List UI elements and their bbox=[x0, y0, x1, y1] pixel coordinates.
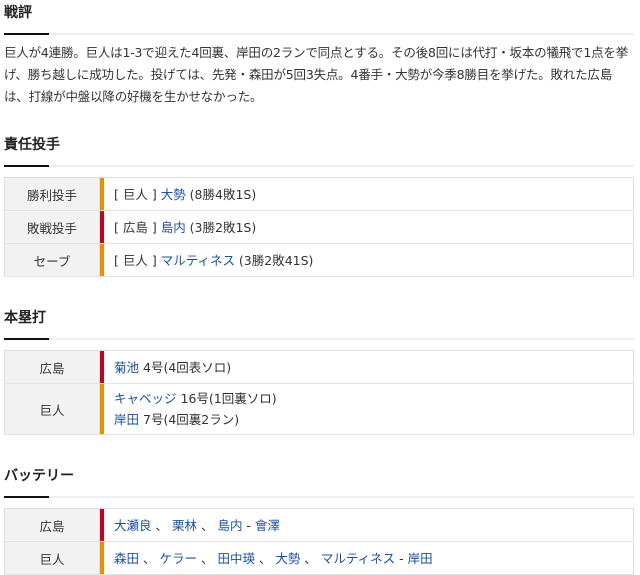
team-name: [ 巨人 ] bbox=[114, 252, 161, 268]
section-underline bbox=[4, 338, 634, 340]
pitcher-record: (3勝2敗1S) bbox=[185, 219, 257, 235]
player-link[interactable]: 大勢 bbox=[161, 187, 186, 202]
homerun-entry: 岸田 7号(4回裏2ラン) bbox=[114, 409, 623, 430]
pitchers-section: 責任投手 勝利投手[ 巨人 ] 大勢 (8勝4敗1S) 敗戦投手[ 広島 ] 島内… bbox=[4, 133, 634, 277]
review-text: 巨人が4連勝。巨人は1-3で迎えた4回裏、岸田の2ランで同点とする。その後8回に… bbox=[4, 45, 629, 104]
row-label: 巨人 bbox=[4, 541, 100, 575]
row-value: 大瀬良 、 栗林 、 島内 - 會澤 bbox=[104, 508, 634, 542]
section-title: バッテリー bbox=[4, 468, 74, 484]
section-title: 本塁打 bbox=[4, 310, 46, 326]
separator: 、 bbox=[151, 517, 172, 533]
row-label: 広島 bbox=[4, 350, 100, 384]
section-underline bbox=[4, 165, 634, 167]
player-link[interactable]: ケラー bbox=[159, 551, 197, 566]
pitchers-table: 勝利投手[ 巨人 ] 大勢 (8勝4敗1S) 敗戦投手[ 広島 ] 島内 (3勝2… bbox=[4, 177, 634, 277]
player-link[interactable]: 岸田 bbox=[114, 412, 139, 427]
section-title: 戦評 bbox=[4, 5, 32, 21]
row-value: [ 巨人 ] マルティネス (3勝2敗41S) bbox=[104, 243, 634, 277]
separator: 、 bbox=[196, 517, 218, 533]
player-link[interactable]: マルティネス bbox=[321, 551, 395, 566]
section-title: 責任投手 bbox=[4, 137, 60, 153]
player-link[interactable]: マルティネス bbox=[161, 253, 235, 268]
player-link[interactable]: 森田 bbox=[114, 551, 139, 566]
player-link[interactable]: 菊池 bbox=[114, 360, 139, 375]
section-underline bbox=[4, 496, 634, 498]
section-underline bbox=[4, 33, 634, 35]
homerun-table: 広島 菊池 4号(4回表ソロ) 巨人 キャベッジ 16号(1回裏ソロ) 岸田 7号(4回… bbox=[4, 350, 634, 435]
table-row: 広島 大瀬良 、 栗林 、 島内 - 會澤 bbox=[4, 508, 634, 542]
review-section: 戦評 巨人が4連勝。巨人は1-3で迎えた4回裏、岸田の2ランで同点とする。その後… bbox=[4, 0, 634, 108]
catcher-link[interactable]: 岸田 bbox=[408, 551, 433, 566]
player-link[interactable]: 大瀬良 bbox=[114, 518, 152, 533]
pitcher-record: (3勝2敗41S) bbox=[234, 252, 314, 268]
row-label: 勝利投手 bbox=[4, 177, 100, 211]
separator: 、 bbox=[300, 550, 321, 566]
homerun-detail: 4号(4回表ソロ) bbox=[139, 359, 232, 375]
player-link[interactable]: 島内 bbox=[161, 220, 186, 235]
player-link[interactable]: 田中瑛 bbox=[217, 551, 255, 566]
row-value: 菊池 4号(4回表ソロ) bbox=[104, 350, 634, 384]
table-row: 勝利投手[ 巨人 ] 大勢 (8勝4敗1S) bbox=[4, 177, 634, 211]
battery-section: バッテリー 広島 大瀬良 、 栗林 、 島内 - 會澤 巨人 森田 、 ケラー 、 田… bbox=[4, 464, 634, 575]
homerun-section: 本塁打 広島 菊池 4号(4回表ソロ) 巨人 キャベッジ 16号(1回裏ソロ) 岸田 7… bbox=[4, 306, 634, 435]
table-row: 敗戦投手[ 広島 ] 島内 (3勝2敗1S) bbox=[4, 210, 634, 244]
separator: - bbox=[395, 550, 408, 566]
row-value: [ 巨人 ] 大勢 (8勝4敗1S) bbox=[104, 177, 634, 211]
battery-table: 広島 大瀬良 、 栗林 、 島内 - 會澤 巨人 森田 、 ケラー 、 田中瑛 、 大… bbox=[4, 508, 634, 575]
homerun-entry: キャベッジ 16号(1回裏ソロ) bbox=[114, 388, 623, 409]
player-link[interactable]: 大勢 bbox=[275, 551, 300, 566]
table-row: 広島 菊池 4号(4回表ソロ) bbox=[4, 350, 634, 384]
row-label: 広島 bbox=[4, 508, 100, 542]
player-link[interactable]: 島内 bbox=[217, 518, 242, 533]
homerun-detail: 16号(1回裏ソロ) bbox=[176, 391, 277, 406]
table-row: セーブ[ 巨人 ] マルティネス (3勝2敗41S) bbox=[4, 243, 634, 277]
table-row: 巨人 森田 、 ケラー 、 田中瑛 、 大勢 、 マルティネス - 岸田 bbox=[4, 541, 634, 575]
row-value: [ 広島 ] 島内 (3勝2敗1S) bbox=[104, 210, 634, 244]
player-link[interactable]: キャベッジ bbox=[114, 391, 177, 406]
homerun-entry: 菊池 4号(4回表ソロ) bbox=[114, 357, 623, 378]
separator: - bbox=[242, 517, 255, 533]
row-label: 巨人 bbox=[4, 383, 100, 435]
row-label: 敗戦投手 bbox=[4, 210, 100, 244]
separator: 、 bbox=[254, 550, 276, 566]
row-value: キャベッジ 16号(1回裏ソロ) 岸田 7号(4回裏2ラン) bbox=[104, 383, 634, 435]
row-value: 森田 、 ケラー 、 田中瑛 、 大勢 、 マルティネス - 岸田 bbox=[104, 541, 634, 575]
catcher-link[interactable]: 會澤 bbox=[255, 518, 280, 533]
player-link[interactable]: 栗林 bbox=[172, 518, 197, 533]
homerun-detail: 7号(4回裏2ラン) bbox=[139, 412, 240, 427]
team-name: [ 広島 ] bbox=[114, 219, 161, 235]
row-label: セーブ bbox=[4, 243, 100, 277]
pitcher-record: (8勝4敗1S) bbox=[185, 186, 257, 202]
separator: 、 bbox=[196, 550, 218, 566]
team-name: [ 巨人 ] bbox=[114, 186, 161, 202]
table-row: 巨人 キャベッジ 16号(1回裏ソロ) 岸田 7号(4回裏2ラン) bbox=[4, 383, 634, 435]
separator: 、 bbox=[139, 550, 160, 566]
